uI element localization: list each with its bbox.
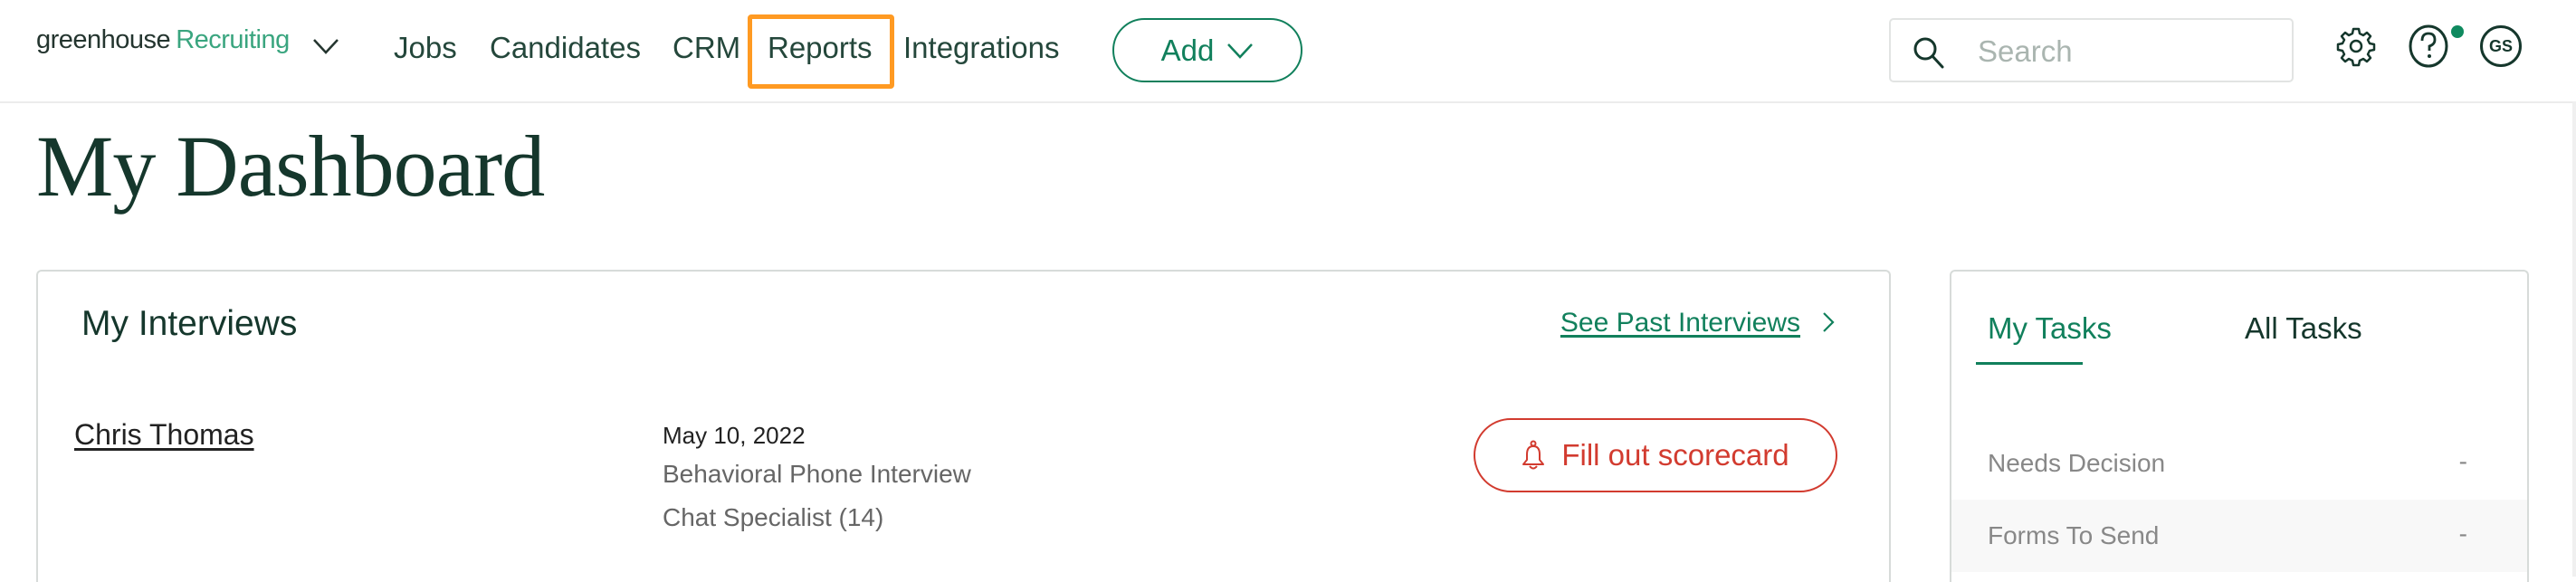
help-icon[interactable] xyxy=(2406,24,2451,69)
nav-candidates[interactable]: Candidates xyxy=(490,31,641,65)
see-past-interviews-link[interactable]: See Past Interviews xyxy=(1560,308,1800,339)
task-count: - xyxy=(2458,447,2467,475)
candidate-name-link[interactable]: Chris Thomas xyxy=(74,418,254,452)
greenhouse-logo[interactable]: greenhouse Recruiting xyxy=(36,25,290,55)
search-box[interactable] xyxy=(1889,18,2294,82)
interview-date: May 10, 2022 xyxy=(663,422,806,449)
nav-reports[interactable]: Reports xyxy=(768,31,873,65)
search-icon xyxy=(1913,37,1944,69)
interview-job: Chat Specialist (14) xyxy=(663,503,884,531)
nav-jobs[interactable]: Jobs xyxy=(394,31,457,65)
task-row-needs-decision[interactable]: Needs Decision - xyxy=(1951,427,2527,500)
top-nav-bar: greenhouse Recruiting Jobs Candidates CRM… xyxy=(0,0,2576,103)
task-label: Needs Decision xyxy=(1988,449,2166,477)
gear-icon[interactable] xyxy=(2333,24,2379,69)
search-input[interactable] xyxy=(1976,29,2278,74)
nav-integrations[interactable]: Integrations xyxy=(903,31,1059,65)
page-title: My Dashboard xyxy=(36,118,545,215)
chevron-right-icon[interactable] xyxy=(1822,311,1835,333)
tasks-card: My Tasks All Tasks Needs Decision - Form… xyxy=(1950,270,2529,582)
tab-all-tasks[interactable]: All Tasks xyxy=(2245,311,2362,346)
active-tab-indicator xyxy=(1976,362,2083,365)
chevron-down-icon[interactable] xyxy=(312,36,339,56)
chevron-down-icon xyxy=(1227,43,1254,59)
task-label: Forms To Send xyxy=(1988,521,2160,549)
fill-out-scorecard-label: Fill out scorecard xyxy=(1561,438,1789,472)
logo-secondary: Recruiting xyxy=(176,25,290,54)
notification-dot xyxy=(2451,25,2464,38)
logo-primary: greenhouse xyxy=(36,25,171,54)
nav-crm[interactable]: CRM xyxy=(673,31,740,65)
my-interviews-card: My Interviews See Past Interviews Chris … xyxy=(36,270,1891,582)
interviews-title: My Interviews xyxy=(81,304,298,343)
avatar[interactable]: GS xyxy=(2480,25,2522,67)
add-button-label: Add xyxy=(1160,33,1215,67)
add-button[interactable]: Add xyxy=(1112,18,1302,82)
bell-icon xyxy=(1522,440,1545,470)
task-count: - xyxy=(2458,520,2467,548)
interview-type: Behavioral Phone Interview xyxy=(663,460,971,488)
page-scrollbar[interactable] xyxy=(2572,101,2576,577)
fill-out-scorecard-button[interactable]: Fill out scorecard xyxy=(1474,418,1837,492)
tab-my-tasks[interactable]: My Tasks xyxy=(1988,311,2112,346)
task-row-forms-to-send[interactable]: Forms To Send - xyxy=(1951,500,2527,572)
